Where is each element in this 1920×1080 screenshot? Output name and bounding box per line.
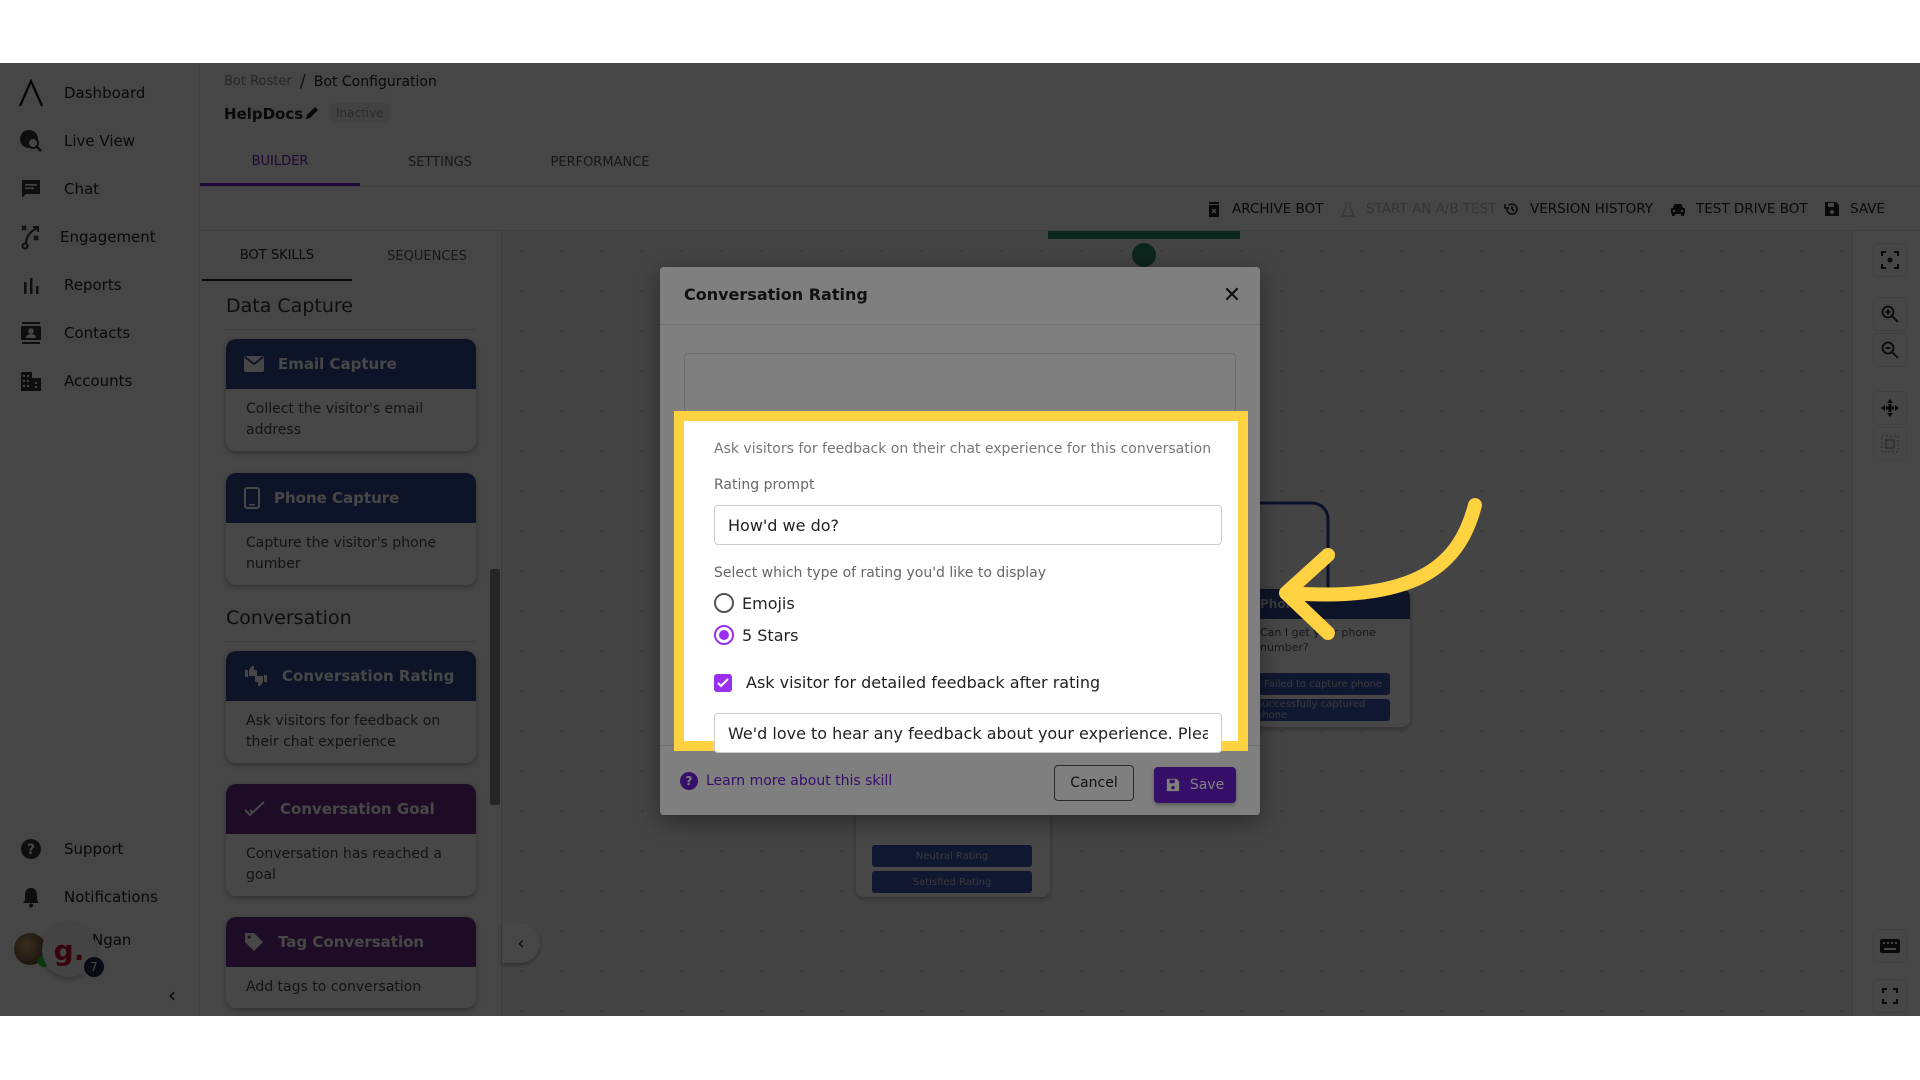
radio-emojis[interactable]: Emojis — [714, 593, 795, 613]
radio-button-selected[interactable] — [714, 625, 734, 645]
cancel-button[interactable]: Cancel — [1054, 765, 1134, 801]
modal-title: Conversation Rating — [684, 285, 868, 304]
divider — [660, 324, 1260, 325]
detailed-feedback-checkbox-row[interactable]: Ask visitor for detailed feedback after … — [714, 673, 1100, 692]
help-icon: ? — [680, 772, 698, 790]
save-button[interactable]: Save — [1154, 767, 1236, 803]
rating-prompt-label: Rating prompt — [714, 477, 815, 493]
rating-prompt-input[interactable] — [714, 505, 1222, 545]
floppy-disk-icon — [1166, 778, 1179, 792]
detailed-feedback-input[interactable] — [714, 713, 1222, 753]
rating-type-label: Select which type of rating you'd like t… — [714, 565, 1047, 581]
radio-button[interactable] — [714, 593, 734, 613]
checkbox-label: Ask visitor for detailed feedback after … — [746, 673, 1101, 692]
learn-more-label: Learn more about this skill — [706, 773, 893, 789]
learn-more-link[interactable]: ? Learn more about this skill — [680, 772, 892, 790]
app-window: Dashboard Live View Chat Engagement Repo… — [0, 63, 1920, 1016]
radio-label: 5 Stars — [742, 625, 799, 645]
close-icon[interactable]: ✕ — [1220, 283, 1244, 308]
radio-5-stars[interactable]: 5 Stars — [714, 625, 798, 645]
check-icon — [717, 677, 729, 687]
save-label: Save — [1189, 777, 1225, 793]
checkbox-checked[interactable] — [714, 673, 732, 692]
radio-label: Emojis — [742, 593, 795, 613]
highlighted-form-section: Ask visitors for feedback on their chat … — [674, 411, 1248, 753]
skill-description: Ask visitors for feedback on their chat … — [714, 441, 1212, 457]
